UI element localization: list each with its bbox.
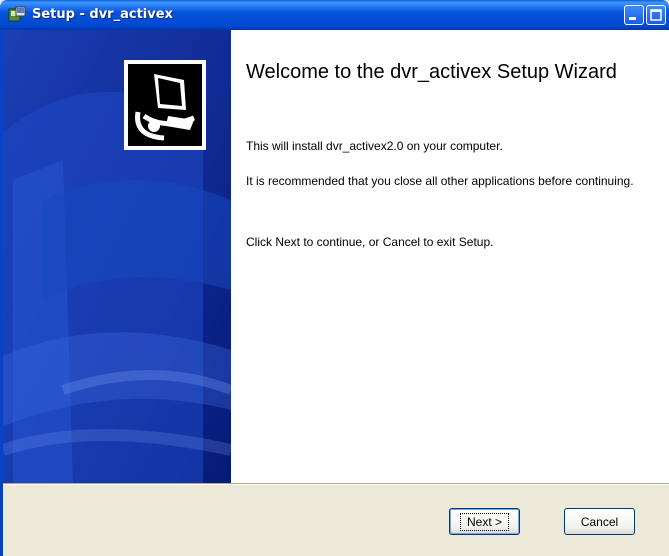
cancel-button[interactable]: Cancel [564, 508, 635, 535]
next-button[interactable]: Next > [449, 508, 520, 535]
maximize-icon [650, 9, 662, 21]
install-description: This will install dvr_activex2.0 on your… [246, 139, 503, 153]
installer-computer-icon [124, 60, 206, 150]
close-apps-recommendation: It is recommended that you close all oth… [246, 174, 634, 188]
setup-window: Setup - dvr_activex Welcome to the dvr_a… [0, 0, 669, 556]
minimize-icon [629, 17, 636, 20]
maximize-button[interactable] [646, 5, 666, 25]
title-bar[interactable]: Setup - dvr_activex [0, 0, 669, 30]
window-title: Setup - dvr_activex [32, 7, 173, 22]
wizard-content: Welcome to the dvr_activex Setup Wizard … [231, 30, 669, 483]
wizard-banner [3, 30, 231, 483]
separator-line [3, 483, 669, 485]
minimize-button[interactable] [624, 5, 644, 25]
setup-app-icon [8, 6, 26, 22]
cancel-button-label: Cancel [580, 514, 619, 529]
wizard-heading: Welcome to the dvr_activex Setup Wizard [246, 61, 617, 83]
next-cancel-instructions: Click Next to continue, or Cancel to exi… [246, 235, 494, 249]
next-button-label: Next > [459, 512, 509, 531]
